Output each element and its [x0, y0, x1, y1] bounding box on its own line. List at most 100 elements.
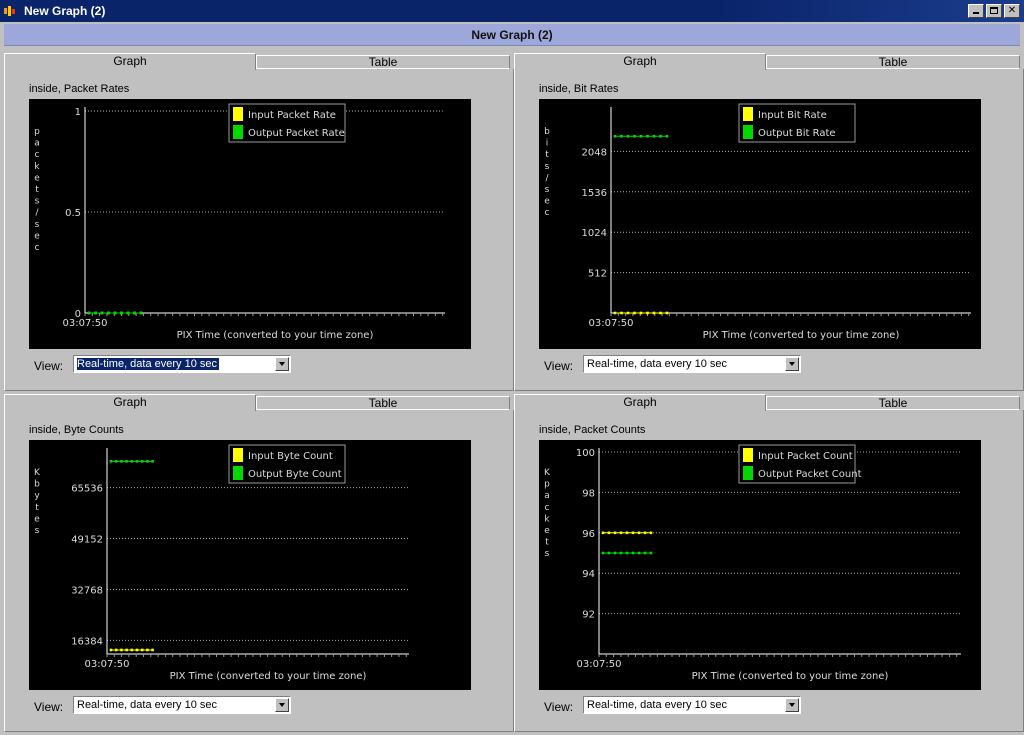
tab-graph[interactable]: Graph	[514, 394, 766, 411]
y-tick-label: 96	[582, 529, 595, 540]
data-point	[643, 531, 647, 535]
data-point	[619, 551, 623, 555]
legend-label: Output Packet Rate	[248, 128, 345, 139]
data-point	[109, 648, 113, 652]
y-axis-label-char: a	[544, 491, 550, 501]
data-point	[639, 134, 643, 138]
data-point	[87, 311, 91, 315]
data-point	[633, 311, 636, 315]
series-output	[613, 134, 669, 138]
data-point	[649, 551, 653, 555]
data-point	[620, 311, 623, 315]
y-tick-label: 512	[588, 269, 607, 280]
y-axis-label-char: K	[544, 468, 551, 478]
y-axis-label-char: e	[34, 173, 40, 183]
y-axis-label-char: c	[545, 208, 550, 218]
chart-svg: 512 1024 1536 2048 03:07:50 PIX Time (convert…	[544, 103, 971, 341]
data-point	[114, 460, 118, 463]
data-point	[151, 648, 154, 652]
series-input	[613, 311, 669, 315]
legend-label: Input Packet Rate	[248, 110, 336, 121]
tab-table[interactable]: Table	[256, 396, 510, 410]
legend-swatch	[743, 125, 753, 139]
y-tick-label: 49152	[71, 535, 103, 546]
y-axis-label-char: p	[544, 480, 550, 490]
x-tick-label: 03:07:50	[577, 659, 622, 670]
y-axis-label-char: t	[545, 538, 549, 548]
y-axis-label-char: e	[34, 231, 40, 241]
data-point	[649, 531, 653, 535]
view-dropdown[interactable]: Real-time, data every 10 sec	[583, 355, 801, 373]
y-axis-label-char: e	[544, 526, 550, 536]
data-point	[625, 551, 629, 555]
data-point	[146, 648, 149, 652]
minimize-button[interactable]	[968, 4, 984, 18]
view-dropdown[interactable]: Real-time, data every 10 sec	[583, 696, 801, 714]
view-dropdown[interactable]: Real-time, data every 10 sec	[73, 355, 291, 373]
data-point	[125, 648, 128, 652]
y-axis-label-char: p	[34, 127, 40, 137]
chevron-down-icon[interactable]	[275, 698, 289, 712]
maximize-button[interactable]	[986, 4, 1002, 18]
data-point	[625, 531, 629, 535]
data-point	[601, 551, 605, 555]
plot-area: 512 1024 1536 2048 03:07:50 PIX Time (convert…	[539, 99, 981, 349]
chevron-down-icon[interactable]	[785, 698, 799, 712]
data-point	[94, 311, 97, 315]
y-axis-label-char: c	[545, 503, 550, 513]
graph-header: New Graph (2)	[4, 24, 1020, 46]
data-point	[139, 311, 143, 315]
data-point	[631, 531, 635, 535]
data-point	[665, 311, 669, 315]
data-point	[135, 648, 139, 652]
y-tick-label: 65536	[71, 484, 103, 495]
data-point	[126, 311, 130, 315]
x-tick-label: 03:07:50	[63, 318, 108, 329]
series-output	[109, 460, 154, 463]
chart-svg: 92 94 96 98 100 03:07:50 PIX Time (converted t…	[544, 444, 961, 682]
graph-panel-packet-counts: Graph Table inside, Packet Counts 92 94 96…	[514, 394, 1024, 732]
tab-table[interactable]: Table	[256, 55, 510, 69]
series-output	[601, 551, 653, 555]
y-axis-label-char: e	[34, 514, 40, 524]
graph-panel-byte-counts: Graph Table inside, Byte Counts 16384 327…	[4, 394, 514, 732]
legend-swatch	[233, 448, 243, 462]
chevron-down-icon[interactable]	[275, 357, 289, 371]
y-axis-label-char: /	[35, 208, 39, 218]
data-point	[130, 648, 134, 652]
data-point	[659, 311, 662, 315]
y-axis-label-char: t	[35, 185, 39, 195]
tab-graph[interactable]: Graph	[514, 53, 766, 70]
y-tick-label: 94	[582, 569, 595, 580]
data-point	[626, 311, 630, 315]
tab-table[interactable]: Table	[766, 55, 1020, 69]
legend-swatch	[743, 466, 753, 480]
tab-table[interactable]: Table	[766, 396, 1020, 410]
y-axis-label-char: s	[35, 526, 40, 536]
x-tick-label: 03:07:50	[589, 318, 634, 329]
x-axis-label: PIX Time (converted to your time zone)	[703, 330, 900, 341]
data-point	[652, 311, 656, 315]
chevron-down-icon[interactable]	[785, 357, 799, 371]
plot-area: 0 0.5 1 03:07:50 PIX Time (converted to your…	[29, 99, 471, 349]
tab-graph[interactable]: Graph	[4, 53, 256, 70]
legend-swatch	[743, 107, 753, 121]
close-icon: ✕	[1007, 5, 1017, 16]
graph-panel-packet-rates: Graph Table inside, Packet Rates 0 0.5 1 03…	[4, 53, 514, 391]
tab-graph[interactable]: Graph	[4, 394, 256, 411]
data-point	[140, 460, 144, 463]
y-axis-label-char: s	[545, 549, 550, 559]
window-title-bar[interactable]: New Graph (2) ✕	[0, 0, 1024, 22]
data-point	[151, 460, 154, 463]
view-dropdown[interactable]: Real-time, data every 10 sec	[73, 696, 291, 714]
data-point	[601, 531, 605, 535]
data-point	[135, 460, 139, 463]
data-point	[637, 531, 641, 535]
graph-panel-bit-rates: Graph Table inside, Bit Rates 512 1024 153…	[514, 53, 1024, 391]
series-input	[601, 531, 653, 535]
series-input	[109, 648, 154, 652]
graph-title: inside, Bit Rates	[539, 83, 619, 95]
y-axis-label-char: s	[545, 185, 550, 195]
graph-title: inside, Packet Rates	[29, 83, 130, 95]
close-button[interactable]: ✕	[1004, 4, 1020, 18]
